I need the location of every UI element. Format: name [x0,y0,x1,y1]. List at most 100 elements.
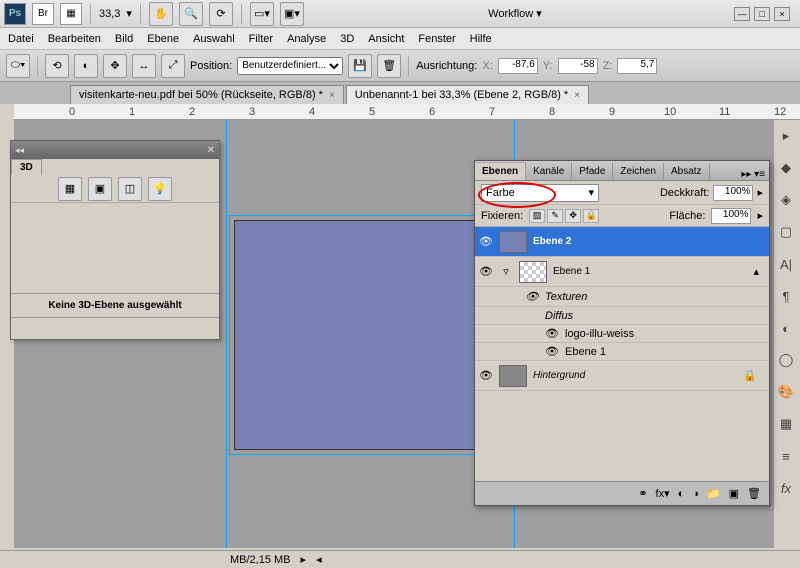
rotate-icon[interactable]: ⟳ [209,2,233,26]
scroll-up-icon[interactable]: ▴ [753,265,759,278]
bridge-icon[interactable]: Br [32,3,54,25]
adjust-icon[interactable]: ◐ [776,318,796,338]
layer-diffus[interactable]: Diffus [475,307,769,325]
3d-scale-icon[interactable]: ⤢ [161,54,185,78]
layer-thumb[interactable] [519,261,547,283]
tab-pfade[interactable]: Pfade [572,163,613,180]
3d-roll-icon[interactable]: ◐ [74,54,98,78]
stack-icon[interactable]: ◆ [776,158,796,178]
menu-datei[interactable]: Datei [8,33,34,45]
tab-kanaele[interactable]: Kanäle [526,163,572,180]
layer-logo[interactable]: 👁 logo-illu-weiss [475,325,769,343]
new-layer-icon[interactable]: ▣ [729,487,739,500]
menu-auswahl[interactable]: Auswahl [193,33,235,45]
panel-menu-icon[interactable]: ▸▸ ▾≡ [737,169,769,180]
mesh-icon[interactable]: ▣ [88,177,112,201]
film-icon[interactable]: ▦ [60,3,82,25]
layer-ebene1[interactable]: 👁 ▿ Ebene 1 ▴ [475,257,769,287]
mask-icon[interactable]: ◯ [776,350,796,370]
ps-icon[interactable]: Ps [4,3,26,25]
zoom-value[interactable]: 33,3 [99,8,120,20]
menu-bearbeiten[interactable]: Bearbeiten [48,33,101,45]
scroll-left-icon[interactable]: ◂ [316,553,322,566]
layers-icon[interactable]: ≡ [776,446,796,466]
maximize-button[interactable]: □ [754,7,770,21]
fx-icon[interactable]: fx▾ [656,487,670,500]
arrange-icon[interactable]: ▭▾ [250,2,274,26]
guide[interactable] [226,120,227,548]
menu-3d[interactable]: 3D [340,33,354,45]
swatches-icon[interactable]: ◈ [776,190,796,210]
crop-icon[interactable]: ▢ [776,222,796,242]
visibility-icon[interactable]: 👁 [545,327,559,340]
scene-icon[interactable]: ▦ [58,177,82,201]
layer-hintergrund[interactable]: 👁 Hintergrund 🔒 [475,361,769,391]
current-tool-icon[interactable]: ⬭▾ [6,54,30,78]
chevron-down-icon[interactable]: ▿ [499,265,513,278]
panel-3d-header[interactable]: ◂◂ ✕ [11,141,219,159]
minimize-button[interactable]: — [734,7,750,21]
3d-slide-icon[interactable]: ↔ [132,54,156,78]
tab-zeichen[interactable]: Zeichen [613,163,664,180]
menu-filter[interactable]: Filter [249,33,273,45]
adjustment-icon[interactable]: ◑ [692,488,699,500]
paragraph-icon[interactable]: ¶ [776,286,796,306]
layer-ebene1-child[interactable]: 👁 Ebene 1 [475,343,769,361]
doc-tab-2[interactable]: Unbenannt-1 bei 33,3% (Ebene 2, RGB/8) *… [346,85,589,104]
color-icon[interactable]: 🎨 [776,382,796,402]
lock-paint-icon[interactable]: ✎ [547,209,563,223]
3d-pan-icon[interactable]: ✥ [103,54,127,78]
menu-ansicht[interactable]: Ansicht [368,33,404,45]
delete-icon[interactable]: 🗑 [377,54,401,78]
link-icon[interactable]: ⚭ [638,487,647,500]
arrow-icon[interactable]: ▸ [776,126,796,146]
menu-fenster[interactable]: Fenster [418,33,455,45]
menu-bild[interactable]: Bild [115,33,133,45]
visibility-icon[interactable]: 👁 [479,235,493,248]
close-icon[interactable]: × [329,90,335,101]
doc-tab-1[interactable]: visitenkarte-neu.pdf bei 50% (Rückseite,… [70,85,344,104]
workspace-switcher[interactable]: Workflow ▾ [488,7,550,20]
visibility-icon[interactable]: 👁 [545,345,559,358]
visibility-icon[interactable]: 👁 [525,290,539,303]
visibility-icon[interactable]: 👁 [479,265,493,278]
menu-analyse[interactable]: Analyse [287,33,326,45]
zoom-icon[interactable]: 🔍 [179,2,203,26]
folder-icon[interactable]: 📁 [707,487,721,500]
fx-dock-icon[interactable]: fx [776,478,796,498]
hand-icon[interactable]: ✋ [149,2,173,26]
save-icon[interactable]: 💾 [348,54,372,78]
text-icon[interactable]: A| [776,254,796,274]
menu-ebene[interactable]: Ebene [147,33,179,45]
blend-mode-select[interactable]: Farbe▾ [481,184,599,202]
lock-transparent-icon[interactable]: ▨ [529,209,545,223]
tab-absatz[interactable]: Absatz [664,163,710,180]
lock-move-icon[interactable]: ✥ [565,209,581,223]
menu-hilfe[interactable]: Hilfe [470,33,492,45]
position-select[interactable]: Benutzerdefiniert... [237,57,343,75]
layer-thumb[interactable] [499,231,527,253]
tab-ebenen[interactable]: Ebenen [475,162,526,180]
close-icon[interactable]: × [574,90,580,101]
z-value[interactable]: 5,7 [617,58,657,74]
screen-icon[interactable]: ▣▾ [280,2,304,26]
3d-rotate-icon[interactable]: ⟲ [45,54,69,78]
y-value[interactable]: -58 [558,58,598,74]
opacity-value[interactable]: 100% [713,185,753,201]
canvas[interactable] [234,220,514,450]
layer-thumb[interactable] [499,365,527,387]
light-icon[interactable]: 💡 [148,177,172,201]
mask-icon[interactable]: ◐ [678,488,685,500]
layer-ebene2[interactable]: 👁 Ebene 2 [475,227,769,257]
material-icon[interactable]: ◫ [118,177,142,201]
fill-value[interactable]: 100% [711,208,751,224]
trash-icon[interactable]: 🗑 [747,487,761,500]
x-value[interactable]: -87,6 [498,58,538,74]
close-button[interactable]: × [774,7,790,21]
visibility-icon[interactable]: 👁 [479,369,493,382]
lock-all-icon[interactable]: 🔒 [583,209,599,223]
layer-texturen[interactable]: 👁 Texturen [475,287,769,307]
tab-3d[interactable]: 3D [11,159,42,175]
grid-icon[interactable]: ▦ [776,414,796,434]
status-arrow-icon[interactable]: ▸ [301,553,307,566]
